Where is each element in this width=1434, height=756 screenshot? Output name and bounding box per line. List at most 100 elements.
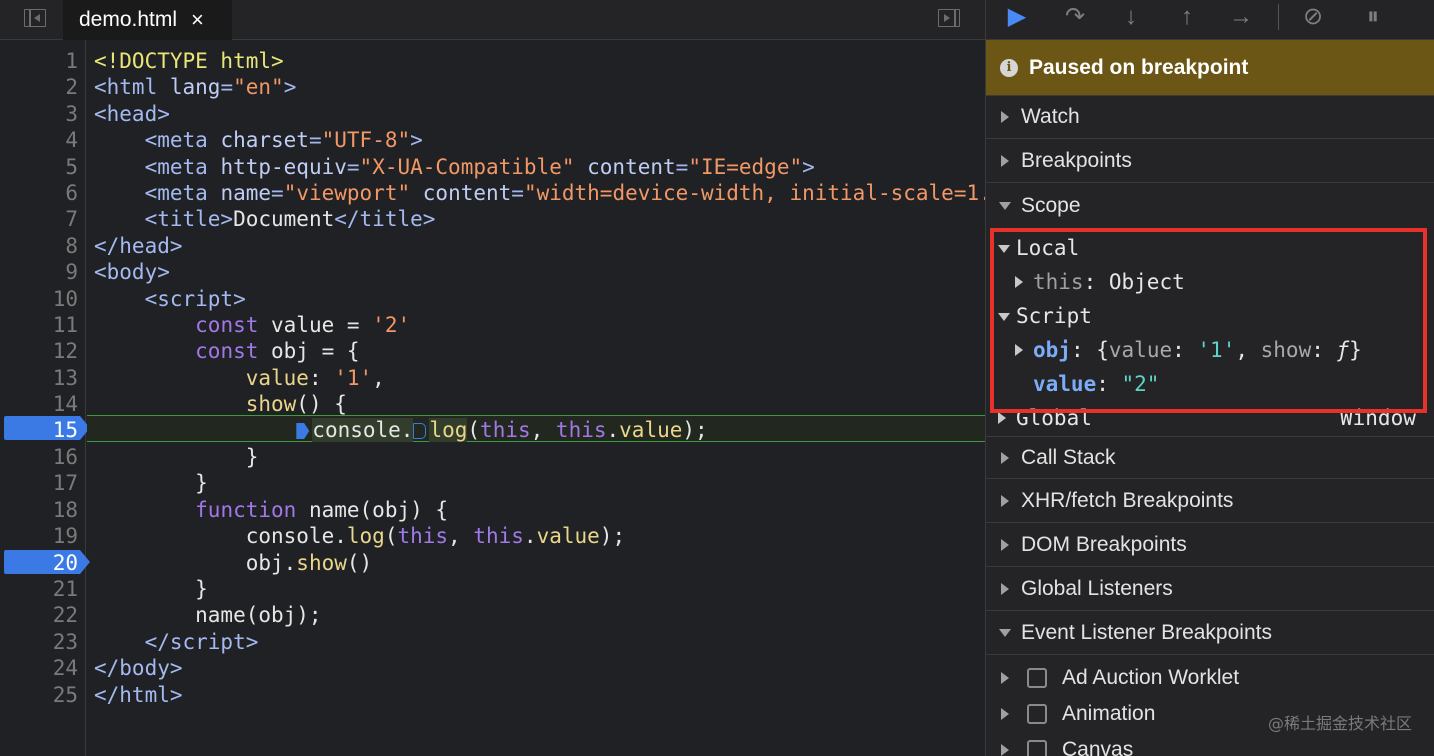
- debugger-sidebar: ▶ ↷ ↓ ↑ → ⊘ ⏸ i Paused on breakpoint Wat…: [985, 0, 1434, 756]
- collapse-arrow-icon: [998, 313, 1010, 321]
- code-line: <script>: [144, 287, 246, 311]
- section-global-listeners[interactable]: Global Listeners: [986, 568, 1434, 611]
- step-over-icon[interactable]: ↷: [1058, 2, 1092, 32]
- line-number[interactable]: 3: [0, 101, 78, 127]
- code-line: <head>: [94, 102, 170, 126]
- line-number[interactable]: 20: [0, 550, 78, 576]
- expand-arrow-icon: [1015, 276, 1023, 288]
- section-dom-breakpoints[interactable]: DOM Breakpoints: [986, 524, 1434, 567]
- code-line: </html>: [94, 683, 183, 707]
- line-number[interactable]: 4: [0, 127, 78, 153]
- source-editor: demo.html × 1 2 3 4 5 6 7 8 9 10 11 12 13 14 15 16 17 18 1…: [0, 0, 985, 756]
- event-category-label: Animation: [1062, 702, 1156, 725]
- deactivate-breakpoints-icon[interactable]: ⊘: [1296, 2, 1330, 32]
- line-number[interactable]: 2: [0, 74, 78, 100]
- line-number[interactable]: 21: [0, 576, 78, 602]
- collapse-arrow-icon: [998, 245, 1010, 253]
- line-number[interactable]: 13: [0, 365, 78, 391]
- line-number[interactable]: 5: [0, 154, 78, 180]
- scope-script-header[interactable]: Script: [998, 300, 1092, 332]
- line-number[interactable]: 24: [0, 655, 78, 681]
- info-icon: i: [1000, 58, 1018, 77]
- line-number[interactable]: 16: [0, 444, 78, 470]
- pause-on-exceptions-icon[interactable]: ⏸: [1356, 2, 1390, 32]
- watermark: @稀土掘金技术社区: [1267, 714, 1412, 733]
- step-out-icon[interactable]: ↑: [1170, 2, 1204, 32]
- step-icon[interactable]: →: [1224, 2, 1258, 32]
- line-number[interactable]: 19: [0, 523, 78, 549]
- section-event-listener-breakpoints[interactable]: Event Listener Breakpoints: [986, 612, 1434, 655]
- line-number[interactable]: 12: [0, 338, 78, 364]
- code-line: }: [94, 445, 259, 469]
- code-area[interactable]: <!DOCTYPE html> <html lang="en"> <head> …: [87, 40, 985, 756]
- code-line: <meta charset="UTF-8">: [144, 128, 423, 152]
- scope-this-row[interactable]: this: Object: [1015, 266, 1185, 298]
- collapse-arrow-icon: [999, 629, 1011, 637]
- expand-arrow-icon: [1001, 708, 1009, 720]
- line-number[interactable]: 23: [0, 629, 78, 655]
- scope-obj-row[interactable]: obj: {value: '1', show: ƒ}: [1015, 334, 1362, 366]
- code-line: console.log(this, this.value);: [94, 524, 626, 548]
- code-line: function name(obj) {: [195, 498, 449, 522]
- close-icon[interactable]: ×: [191, 7, 204, 33]
- line-number[interactable]: 17: [0, 470, 78, 496]
- expand-arrow-icon: [998, 412, 1006, 424]
- line-number[interactable]: 6: [0, 180, 78, 206]
- line-number-gutter[interactable]: 1 2 3 4 5 6 7 8 9 10 11 12 13 14 15 16 17 18 19 20 21 22 23 24 2…: [0, 40, 90, 756]
- line-number[interactable]: 22: [0, 602, 78, 628]
- code-line: <html lang="en">: [94, 75, 297, 99]
- execution-pointer-icon: [296, 423, 310, 439]
- event-category-row[interactable]: Canvas: [986, 732, 1434, 756]
- event-category-checkbox[interactable]: [1027, 740, 1047, 756]
- code-line: <meta name="viewport" content="width=dev…: [144, 181, 985, 205]
- line-number[interactable]: 25: [0, 682, 78, 708]
- step-into-icon[interactable]: ↓: [1114, 2, 1148, 32]
- code-line: show() {: [245, 392, 347, 416]
- collapse-arrow-icon: [999, 201, 1011, 210]
- code-line: <title>Document</title>: [144, 207, 436, 231]
- code-line: </script>: [144, 630, 259, 654]
- section-xhr-breakpoints[interactable]: XHR/fetch Breakpoints: [986, 480, 1434, 523]
- section-label: Scope: [1021, 193, 1081, 217]
- line-number[interactable]: 11: [0, 312, 78, 338]
- code-line: const obj = {: [195, 339, 360, 363]
- expand-arrow-icon: [1001, 583, 1009, 595]
- file-tab-name: demo.html: [79, 8, 178, 31]
- scope-global-value: Window: [1340, 406, 1416, 430]
- line-number[interactable]: 7: [0, 206, 78, 232]
- line-number[interactable]: 14: [0, 391, 78, 417]
- debugger-toolbar: ▶ ↷ ↓ ↑ → ⊘ ⏸: [986, 0, 1434, 40]
- section-breakpoints[interactable]: Breakpoints: [986, 140, 1434, 183]
- toggle-debugger-icon[interactable]: [937, 8, 963, 30]
- event-category-checkbox[interactable]: [1027, 668, 1047, 688]
- code-line: <!DOCTYPE html>: [94, 49, 284, 73]
- line-number[interactable]: 1: [0, 48, 78, 74]
- scope-local-header[interactable]: Local: [998, 232, 1079, 264]
- line-number[interactable]: 8: [0, 233, 78, 259]
- section-label: Watch: [1021, 105, 1080, 128]
- paused-text: Paused on breakpoint: [1029, 55, 1249, 79]
- code-line: name(obj);: [94, 603, 322, 627]
- scope-global-header[interactable]: Global: [998, 402, 1092, 434]
- section-watch[interactable]: Watch: [986, 96, 1434, 139]
- line-number[interactable]: 9: [0, 259, 78, 285]
- line-number[interactable]: 10: [0, 286, 78, 312]
- section-call-stack[interactable]: Call Stack: [986, 436, 1434, 479]
- inline-breakpoint-icon[interactable]: [413, 423, 427, 439]
- toggle-navigator-icon[interactable]: [23, 8, 49, 30]
- toolbar-divider: [1278, 4, 1279, 30]
- scope-value-row[interactable]: value: "2": [1033, 368, 1159, 400]
- line-number[interactable]: 18: [0, 497, 78, 523]
- code-line: }: [94, 577, 208, 601]
- event-category-row[interactable]: Ad Auction Worklet: [986, 660, 1434, 696]
- file-tab[interactable]: demo.html ×: [63, 0, 232, 40]
- scope-panel: Local this: Object Script obj: {value: '…: [986, 228, 1434, 435]
- resume-icon[interactable]: ▶: [1000, 2, 1034, 32]
- line-number[interactable]: 15: [0, 417, 78, 443]
- code-line: value: '1',: [245, 366, 385, 390]
- event-category-checkbox[interactable]: [1027, 704, 1047, 724]
- expand-arrow-icon: [1001, 744, 1009, 756]
- section-label: Call Stack: [1021, 445, 1116, 469]
- section-scope[interactable]: Scope: [986, 184, 1434, 227]
- expand-arrow-icon: [1001, 539, 1009, 551]
